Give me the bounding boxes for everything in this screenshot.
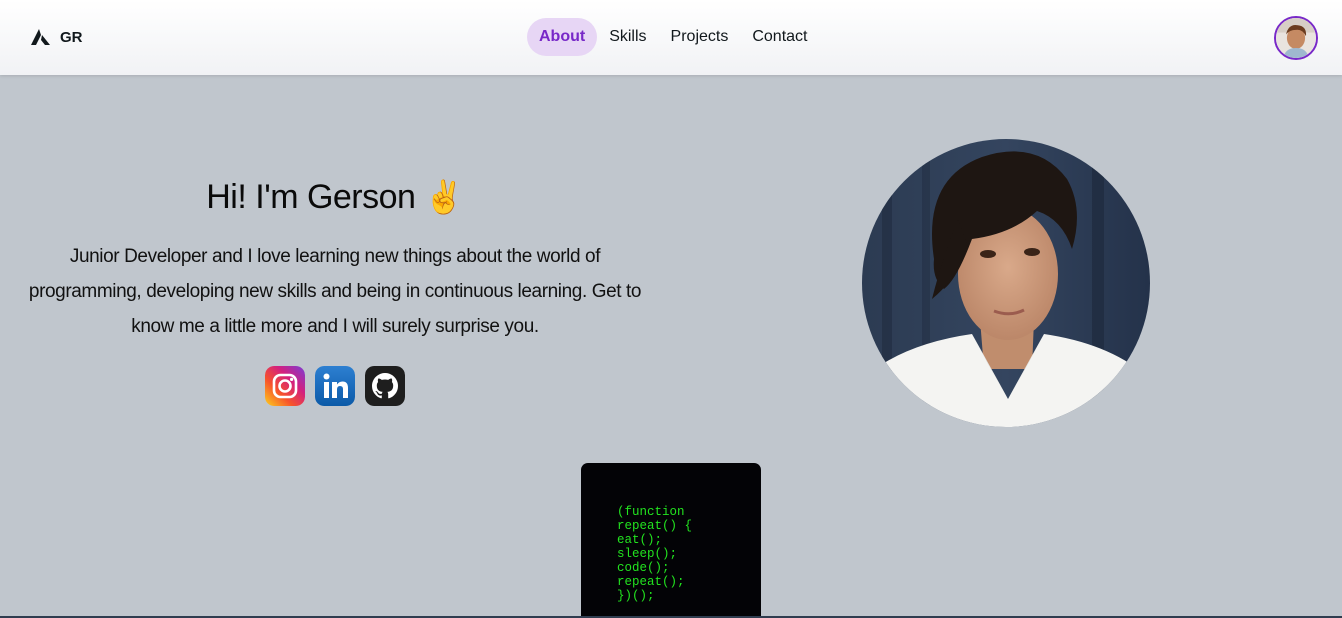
linkedin-icon bbox=[315, 366, 355, 406]
code-line: repeat(); bbox=[617, 575, 685, 589]
nav-link-projects[interactable]: Projects bbox=[659, 18, 741, 56]
nav-links: About Skills Projects Contact bbox=[527, 18, 819, 56]
brand-name: GR bbox=[60, 28, 83, 46]
instagram-icon bbox=[265, 366, 305, 406]
code-line: })(); bbox=[617, 589, 655, 603]
linkedin-link[interactable] bbox=[315, 366, 355, 406]
profile-photo-image bbox=[862, 139, 1150, 427]
avatar-image bbox=[1276, 18, 1316, 58]
code-line: sleep(); bbox=[617, 547, 678, 561]
code-snippet: (function repeat() {eat(); sleep(); code();… bbox=[617, 505, 692, 603]
nav-link-about[interactable]: About bbox=[527, 18, 598, 56]
code-line: eat(); bbox=[617, 533, 663, 547]
code-line: (function bbox=[617, 505, 685, 519]
page-title: Hi! I'm Gerson ✌️ bbox=[30, 178, 640, 217]
github-link[interactable] bbox=[365, 366, 405, 406]
victory-hand-icon: ✌️ bbox=[424, 179, 464, 215]
code-card: (function repeat() {eat(); sleep(); code();… bbox=[581, 463, 761, 618]
avatar[interactable] bbox=[1274, 16, 1318, 60]
navbar: GR About Skills Projects Contact bbox=[0, 0, 1342, 75]
hero-title-text: Hi! I'm Gerson bbox=[206, 178, 416, 216]
nav-link-contact[interactable]: Contact bbox=[740, 18, 819, 56]
hero-description: Junior Developer and I love learning new… bbox=[28, 246, 642, 337]
nav-link-skills[interactable]: Skills bbox=[597, 18, 658, 56]
code-line: code(); bbox=[617, 561, 670, 575]
social-links bbox=[265, 366, 405, 406]
profile-photo bbox=[862, 139, 1150, 427]
code-line: repeat() { bbox=[617, 519, 693, 533]
brand[interactable]: GR bbox=[30, 27, 83, 47]
instagram-link[interactable] bbox=[265, 366, 305, 406]
triangle-logo-icon bbox=[31, 29, 50, 45]
github-icon bbox=[365, 366, 405, 406]
